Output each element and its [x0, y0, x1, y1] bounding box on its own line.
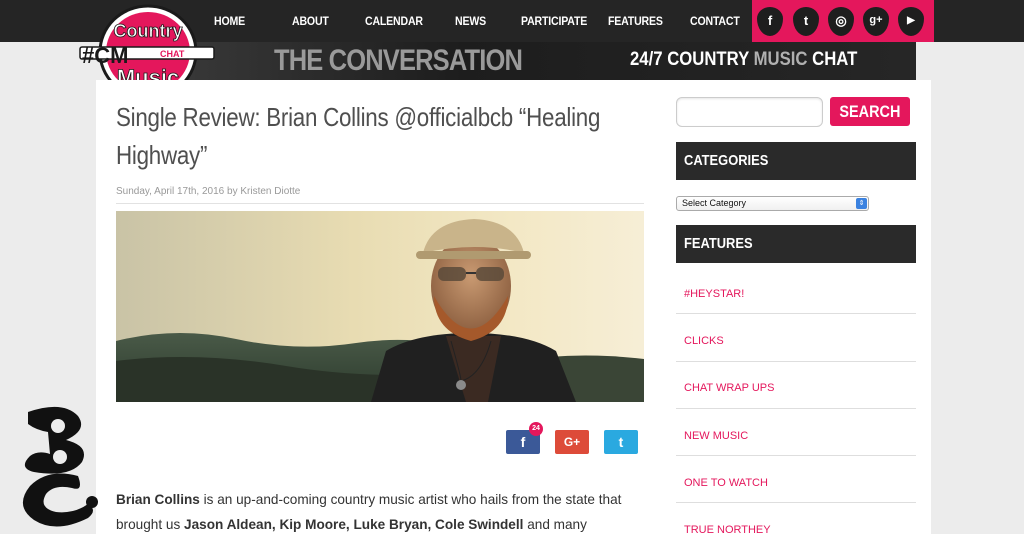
categories-heading: CATEGORIES — [676, 142, 916, 180]
tagline-part: CHAT — [812, 49, 858, 70]
feature-link-heystar[interactable]: #HEYSTAR! — [684, 288, 744, 300]
feature-link-new-music[interactable]: NEW MUSIC — [684, 430, 748, 442]
article-body: Brian Collins is an up-and-coming countr… — [116, 487, 656, 534]
bc-watermark-logo — [8, 402, 108, 532]
banner-tagline: 24/7 COUNTRY MUSIC CHAT — [630, 49, 857, 71]
youtube-icon[interactable]: ▶ — [898, 7, 924, 36]
share-count-badge: 24 — [529, 422, 543, 436]
logo-hashtag: #CM — [82, 43, 128, 68]
divider — [116, 203, 644, 204]
nav-news[interactable]: NEWS — [455, 14, 486, 28]
share-google-plus-button[interactable]: G+ — [555, 430, 589, 454]
facebook-icon[interactable]: f — [757, 7, 783, 36]
nav-features[interactable]: FEATURES — [608, 14, 663, 28]
banner-conversation-text: THE CONVERSATION — [274, 44, 523, 77]
feature-link-clicks[interactable]: CLICKS — [684, 335, 724, 347]
category-select[interactable]: Select Category ⇕ — [676, 196, 869, 211]
nav-about[interactable]: ABOUT — [292, 14, 329, 28]
share-twitter-button[interactable]: t — [604, 430, 638, 454]
feature-link-true-northey[interactable]: TRUE NORTHEY — [684, 524, 771, 534]
logo-country-text: Country — [114, 21, 183, 41]
divider — [676, 361, 916, 362]
article-title[interactable]: Single Review: Brian Collins @officialbc… — [116, 98, 632, 174]
search-button-label: SEARCH — [839, 102, 901, 121]
nav-home[interactable]: HOME — [214, 14, 245, 28]
nav-contact[interactable]: CONTACT — [690, 14, 740, 28]
article-meta: Sunday, April 17th, 2016 by Kristen Diot… — [116, 186, 301, 197]
divider — [676, 408, 916, 409]
features-heading-label: FEATURES — [684, 235, 753, 252]
chevron-updown-icon: ⇕ — [856, 198, 867, 209]
divider — [676, 313, 916, 314]
tagline-part: MUSIC — [753, 49, 808, 70]
nav-calendar[interactable]: CALENDAR — [365, 14, 423, 28]
tagline-part: COUNTRY — [667, 49, 749, 70]
features-heading: FEATURES — [676, 225, 916, 263]
search-input[interactable] — [676, 97, 823, 127]
feature-link-one-to-watch[interactable]: ONE TO WATCH — [684, 477, 768, 489]
artist-list: Jason Aldean, Kip Moore, Luke Bryan, Col… — [184, 517, 524, 532]
divider — [676, 455, 916, 456]
category-select-value: Select Category — [682, 198, 747, 208]
nav-participate[interactable]: PARTICIPATE — [521, 14, 587, 28]
search-button[interactable]: SEARCH — [830, 97, 910, 126]
article-hero-image — [116, 211, 644, 402]
tagline-part: 24/7 — [630, 49, 663, 70]
body-text-segment: and many — [523, 517, 587, 532]
google-plus-icon[interactable]: g+ — [863, 7, 889, 36]
artist-name: Brian Collins — [116, 492, 200, 507]
divider — [676, 502, 916, 503]
instagram-icon[interactable]: ◎ — [828, 7, 854, 36]
header-banner: THE CONVERSATION 24/7 COUNTRY MUSIC CHAT — [160, 42, 916, 80]
twitter-icon[interactable]: t — [793, 7, 819, 36]
categories-heading-label: CATEGORIES — [684, 152, 769, 169]
social-links: f t ◎ g+ ▶ — [752, 0, 934, 42]
logo-chat: CHAT — [160, 49, 185, 59]
feature-link-chat-wrap-ups[interactable]: CHAT WRAP UPS — [684, 382, 774, 394]
